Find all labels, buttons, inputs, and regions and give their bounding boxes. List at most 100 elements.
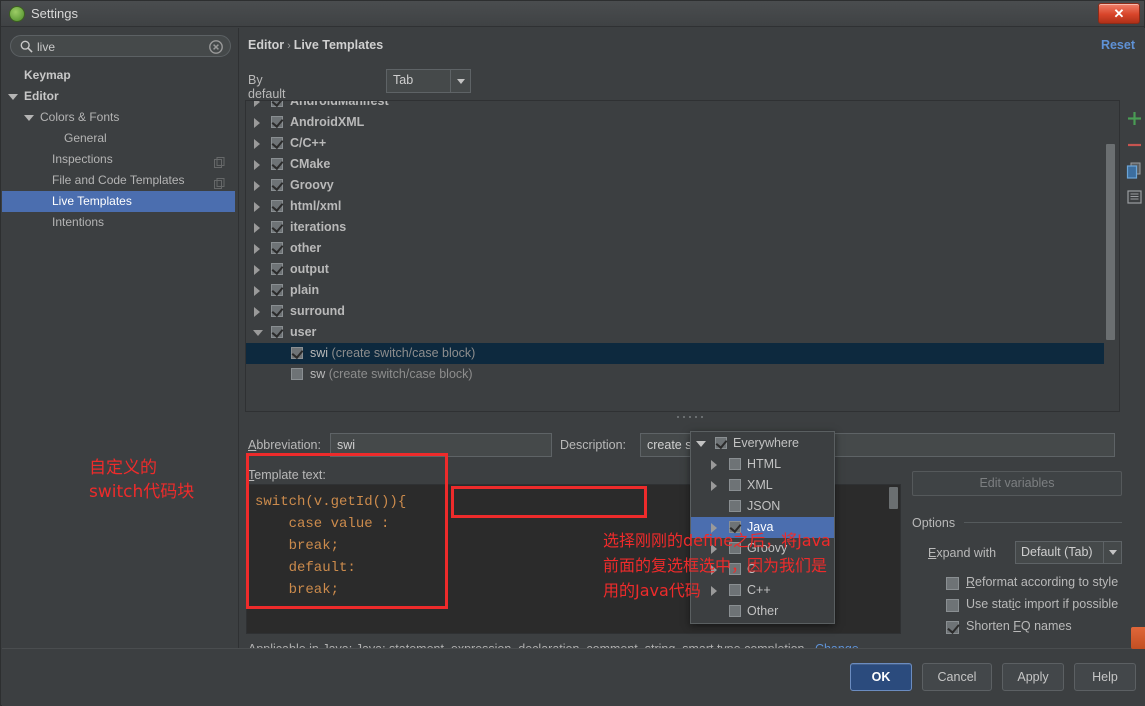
edit-variables-button[interactable]: Edit variables	[912, 471, 1122, 496]
apply-button[interactable]: Apply	[1002, 663, 1064, 691]
chevron-down-icon[interactable]	[24, 107, 34, 128]
template-checkbox[interactable]	[271, 179, 283, 191]
template-checkbox[interactable]	[291, 347, 303, 359]
tree-scrollbar-thumb[interactable]	[1106, 144, 1115, 340]
template-tree-row[interactable]: Groovy	[246, 175, 1104, 196]
expand-with-dropdown[interactable]: Default (Tab)	[1015, 541, 1122, 564]
template-groups-tree[interactable]: AndroidManifest AndroidXML C/C++ CMake Groov…	[245, 100, 1120, 412]
sidebar-item-file-and-code-templates[interactable]: File and Code Templates	[2, 170, 235, 191]
template-tree-row[interactable]: iterations	[246, 217, 1104, 238]
context-option-xml[interactable]: XML	[691, 475, 834, 496]
chevron-right-icon[interactable]	[254, 181, 262, 191]
sidebar-item-inspections[interactable]: Inspections	[2, 149, 235, 170]
chevron-right-icon[interactable]	[254, 139, 262, 149]
template-tree-row[interactable]: swi (create switch/case block)	[246, 343, 1104, 364]
tree-scrollbar-track[interactable]	[1105, 102, 1118, 411]
template-row-label: plain	[290, 283, 320, 297]
template-checkbox[interactable]	[271, 116, 283, 128]
sidebar-item-colors-fonts[interactable]: Colors & Fonts	[2, 107, 235, 128]
default-expand-dropdown[interactable]: Tab	[386, 69, 471, 93]
options-separator	[964, 522, 1122, 523]
search-input[interactable]	[37, 39, 207, 55]
abbreviation-field[interactable]	[330, 433, 552, 457]
sidebar-item-live-templates[interactable]: Live Templates	[2, 191, 235, 212]
chevron-right-icon[interactable]	[254, 307, 262, 317]
context-option-label: XML	[747, 478, 773, 492]
template-row-label: surround	[290, 304, 345, 318]
template-checkbox[interactable]	[291, 368, 303, 380]
template-tree-row[interactable]: C/C++	[246, 133, 1104, 154]
chevron-right-icon[interactable]	[254, 265, 262, 275]
reset-link[interactable]: Reset	[1101, 38, 1135, 52]
context-checkbox[interactable]	[729, 500, 741, 512]
context-option-everywhere[interactable]: Everywhere	[691, 433, 834, 454]
template-tree-row[interactable]: CMake	[246, 154, 1104, 175]
template-checkbox[interactable]	[271, 242, 283, 254]
template-tree-row[interactable]: plain	[246, 280, 1104, 301]
duplicate-template-button[interactable]	[1124, 160, 1145, 182]
ok-button[interactable]: OK	[850, 663, 912, 691]
chevron-right-icon[interactable]	[711, 460, 719, 470]
context-option-json[interactable]: JSON	[691, 496, 834, 517]
template-tree-row[interactable]: AndroidManifest	[246, 101, 1104, 112]
template-code: switch(v.getId()){ case value : break; d…	[255, 494, 407, 598]
chevron-down-icon[interactable]	[253, 329, 263, 337]
context-checkbox[interactable]	[729, 458, 741, 470]
template-checkbox[interactable]	[271, 284, 283, 296]
search-field[interactable]	[10, 35, 231, 57]
template-checkbox[interactable]	[271, 305, 283, 317]
chevron-right-icon[interactable]	[254, 118, 262, 128]
template-tree-row[interactable]: AndroidXML	[246, 112, 1104, 133]
context-option-label: Everywhere	[733, 436, 799, 450]
chevron-right-icon[interactable]	[254, 244, 262, 254]
clear-circle-icon[interactable]	[209, 40, 223, 54]
sidebar-item-intentions[interactable]: Intentions	[2, 212, 235, 233]
template-checkbox[interactable]	[271, 263, 283, 275]
panel-splitter[interactable]	[245, 414, 1120, 421]
breadcrumb-root[interactable]: Editor	[248, 38, 284, 52]
sidebar-item-editor[interactable]: Editor	[2, 86, 235, 107]
cancel-button[interactable]: Cancel	[922, 663, 992, 691]
template-tree-row[interactable]: user	[246, 322, 1104, 343]
template-scrollbar-thumb[interactable]	[889, 487, 898, 509]
option-checkbox[interactable]	[946, 621, 959, 634]
template-checkbox[interactable]	[271, 158, 283, 170]
sidebar-item-general[interactable]: General	[2, 128, 235, 149]
default-expand-value: Tab	[393, 73, 414, 87]
template-tree-row[interactable]: sw (create switch/case block)	[246, 364, 1104, 385]
template-tree-row[interactable]: other	[246, 238, 1104, 259]
template-tree-row[interactable]: output	[246, 259, 1104, 280]
help-button[interactable]: Help	[1074, 663, 1136, 691]
chevron-right-icon[interactable]	[254, 286, 262, 296]
context-option-other[interactable]: Other	[691, 601, 834, 622]
option-checkbox[interactable]	[946, 599, 959, 612]
template-group-button[interactable]	[1124, 186, 1145, 208]
option-checkbox[interactable]	[946, 577, 959, 590]
context-checkbox[interactable]	[715, 437, 727, 449]
chevron-right-icon[interactable]	[254, 160, 262, 170]
template-checkbox[interactable]	[271, 200, 283, 212]
remove-template-button[interactable]	[1124, 134, 1145, 156]
template-tree-row[interactable]: html/xml	[246, 196, 1104, 217]
context-checkbox[interactable]	[729, 479, 741, 491]
sidebar-item-keymap[interactable]: Keymap	[2, 65, 235, 86]
chevron-right-icon[interactable]	[254, 101, 262, 107]
close-icon[interactable]: ✕	[1098, 3, 1140, 24]
chevron-right-icon[interactable]	[711, 481, 719, 491]
template-checkbox[interactable]	[271, 221, 283, 233]
option-label: Use static import if possible	[966, 597, 1119, 611]
chevron-down-icon[interactable]	[696, 440, 706, 448]
chevron-right-icon[interactable]	[254, 202, 262, 212]
chevron-down-icon[interactable]	[8, 86, 18, 107]
add-template-button[interactable]	[1124, 108, 1145, 130]
context-checkbox[interactable]	[729, 605, 741, 617]
search-icon	[20, 40, 33, 53]
template-tree-row[interactable]: surround	[246, 301, 1104, 322]
chevron-right-icon[interactable]	[254, 223, 262, 233]
template-checkbox[interactable]	[271, 326, 283, 338]
context-option-html[interactable]: HTML	[691, 454, 834, 475]
abbreviation-input[interactable]	[331, 434, 551, 456]
template-checkbox[interactable]	[271, 137, 283, 149]
template-checkbox[interactable]	[271, 101, 283, 107]
corner-accent-icon	[1131, 627, 1145, 649]
